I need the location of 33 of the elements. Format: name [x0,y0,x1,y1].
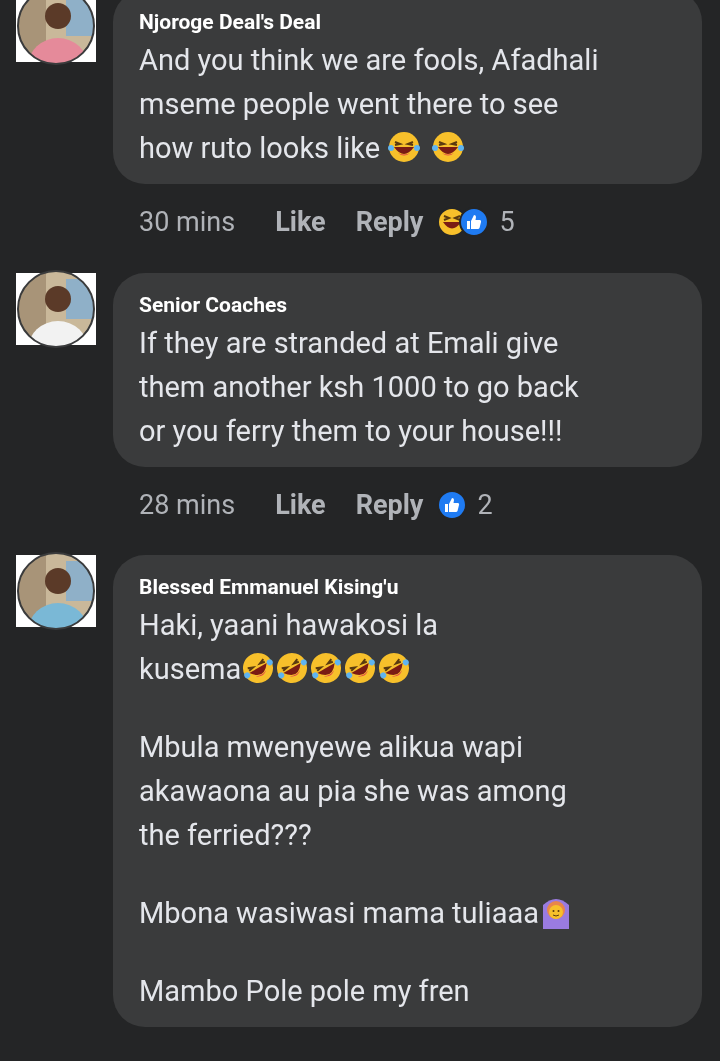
rolling-laughing-emoji-icon [241,651,276,685]
rolling-laughing-emoji-icon [275,651,310,685]
reply-link[interactable]: Reply [355,484,424,525]
rolling-laughing-emoji-icon [377,651,412,685]
like-link[interactable]: Like [275,484,326,525]
comment-text: Mbula mwenyewe alikua wapi [139,729,524,766]
comment-text: If they are stranded at Emali give [139,324,560,362]
comment-text: how ruto looks like [139,126,682,170]
author-name[interactable]: Blessed Emmanuel Kising'u [139,571,682,603]
rolling-laughing-emoji-icon [309,651,344,685]
comment-text: Mambo Pole pole my fren [139,973,471,1010]
comment-text: mseme people went there to see [139,86,560,123]
laughing-emoji-icon [387,130,422,164]
reaction-count: 2 [477,487,493,523]
author-name[interactable]: Senior Coaches [139,288,682,321]
reaction-count: 5 [499,205,515,240]
reply-link[interactable]: Reply [355,202,424,243]
comment-text: akawaona au pia she was among [139,773,568,810]
like-reaction-icon [459,207,490,238]
comment-time: 30 mins [139,205,236,240]
comment-text: Haki, yaani hawakosi la [139,607,440,644]
comment-text: And you think we are fools, Afadhali [139,42,600,79]
comment-text: kusema [139,647,682,691]
author-name[interactable]: Njoroge Deal's Deal [139,6,682,38]
like-link[interactable]: Like [275,202,326,243]
rolling-laughing-emoji-icon [343,651,378,685]
comment-time: 28 mins [139,487,236,523]
comment-text: the ferried??? [139,817,313,854]
comment-text: Mbona wasiwasi mama tuliaaa [139,891,682,935]
comment-text: or you ferry them to your house!!! [139,412,564,450]
laughing-emoji-icon [431,130,466,164]
like-reaction-icon [437,489,468,520]
comment-text: them another ksh 1000 to go back [139,368,580,406]
